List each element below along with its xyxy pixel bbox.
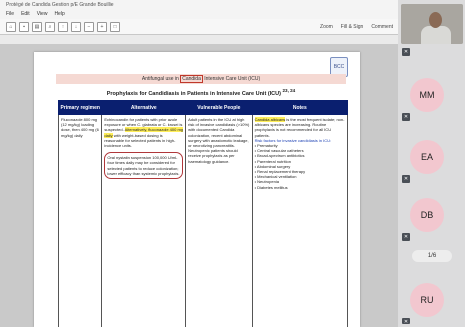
subtitle-sup: 23, 24 (282, 88, 296, 93)
presenter-video[interactable] (401, 4, 463, 44)
cell-primary: Fluconazole 800 mg (12 mg/kg) loading do… (57, 114, 103, 327)
menu-file[interactable]: File (6, 10, 14, 19)
muted-mic-icon: ✕ (402, 113, 410, 121)
save-icon[interactable]: ▪ (19, 21, 29, 32)
col-primary-regimen: Primary regimen (57, 100, 103, 115)
prev-page-icon[interactable]: ↑ (58, 21, 68, 32)
participant-pager[interactable]: 1/6 (412, 250, 452, 262)
subtitle-text: Prophylaxis for Candidiasis in Patients … (106, 90, 281, 97)
muted-mic-icon: ✕ (402, 48, 410, 56)
next-page-icon[interactable]: ↓ (71, 21, 81, 32)
home-icon[interactable]: ⌂ (6, 21, 16, 32)
header-band: Antifungal use in Candida Intensive Care… (56, 74, 346, 84)
notes-list: • Prematurity • Central vascular cathete… (255, 143, 345, 190)
zoom-in-icon[interactable]: + (97, 21, 107, 32)
print-icon[interactable]: ▤ (32, 21, 42, 32)
participant-avatar-ea[interactable]: EA (410, 140, 444, 174)
menu-view[interactable]: View (37, 10, 48, 19)
zoom-link[interactable]: Zoom (320, 24, 333, 30)
vulnerable-text: Adult patients in the ICU at high risk o… (188, 117, 250, 164)
header-band-pre: Antifungal use in (141, 76, 179, 82)
zoom-out-icon[interactable]: − (84, 21, 94, 32)
menu-bar: File Edit View Help (0, 10, 398, 19)
muted-mic-icon: ✕ (402, 318, 410, 325)
fit-page-icon[interactable]: □ (110, 21, 120, 32)
comment-link[interactable]: Comment (371, 24, 393, 30)
alternative-text-2: with weight-based dosing is reasonable f… (104, 132, 176, 149)
participant-avatar-mm[interactable]: MM (410, 78, 444, 112)
header-band-highlight: Candida (180, 75, 203, 83)
participant-avatar-db[interactable]: DB (410, 198, 444, 232)
cell-alternative: Echinocandin for patients with prior azo… (101, 114, 187, 327)
primary-text: Fluconazole 800 mg (12 mg/kg) loading do… (61, 117, 99, 138)
document-subtitle: Prophylaxis for Candidiasis in Patients … (56, 88, 346, 97)
cell-vulnerable: Adult patients in the ICU at high risk o… (185, 114, 253, 327)
toolbar: ⌂ ▪ ▤ ⌕ ↑ ↓ − + □ Zoom Fill & Sign Comme… (0, 19, 398, 35)
participant-avatar-ru[interactable]: RU (410, 283, 444, 317)
menu-help[interactable]: Help (54, 10, 64, 19)
participants-sidebar: ✕ MM ✕ EA ✕ DB ✕ 1/6 RU ✕ (398, 0, 465, 327)
col-alternative: Alternative (101, 100, 187, 115)
muted-mic-icon: ✕ (402, 175, 410, 183)
window-title: Protégé de Candida Gestion p/E Grande Bo… (0, 0, 398, 10)
cell-notes: Candida albicans is the most frequent is… (251, 114, 349, 327)
header-band-post: Intensive Care Unit (ICU) (204, 76, 261, 82)
search-icon[interactable]: ⌕ (45, 21, 55, 32)
col-vulnerable-people: Vulnerable People (185, 100, 253, 115)
menu-edit[interactable]: Edit (21, 10, 30, 19)
col-notes: Notes (251, 100, 349, 115)
document-area[interactable]: BCC Antifungal use in Candida Intensive … (0, 44, 398, 327)
prophylaxis-table: Primary regimen Alternative Vulnerable P… (57, 100, 349, 327)
fill-sign-link[interactable]: Fill & Sign (341, 24, 364, 30)
pdf-viewer-window: Protégé de Candida Gestion p/E Grande Bo… (0, 0, 398, 327)
list-item: • Diabetes mellitus (254, 184, 288, 190)
alternative-circled-note: Oral nystatin suspension 100,000 U/mL fo… (104, 152, 184, 180)
muted-mic-icon: ✕ (402, 233, 410, 241)
pdf-page: BCC Antifungal use in Candida Intensive … (34, 52, 360, 327)
